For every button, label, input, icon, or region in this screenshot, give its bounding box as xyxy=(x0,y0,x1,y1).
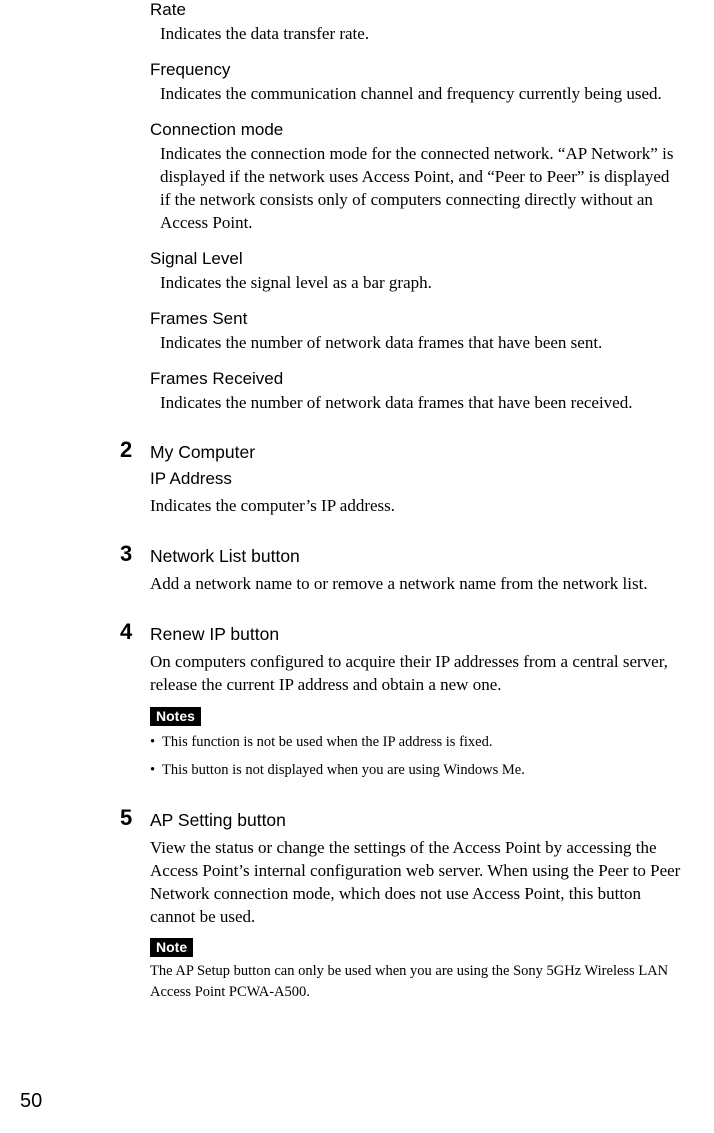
def-desc: Indicates the communication channel and … xyxy=(160,83,684,106)
section-title: My Computer xyxy=(150,442,684,463)
note-item: This function is not be used when the IP… xyxy=(150,732,684,754)
section-3-network-list: 3 Network List button Add a network name… xyxy=(150,546,684,596)
definition-connection-mode: Connection mode Indicates the connection… xyxy=(150,120,684,235)
def-term: Frames Received xyxy=(150,369,684,389)
section-title: Network List button xyxy=(150,546,684,567)
definition-frames-sent: Frames Sent Indicates the number of netw… xyxy=(150,309,684,355)
section-number: 4 xyxy=(120,619,132,645)
section-body: Add a network name to or remove a networ… xyxy=(150,573,684,596)
page-number: 50 xyxy=(20,1090,42,1113)
note-label: Note xyxy=(150,938,193,957)
definition-signal-level: Signal Level Indicates the signal level … xyxy=(150,249,684,295)
section-5-ap-setting: 5 AP Setting button View the status or c… xyxy=(150,810,684,1002)
section-body: On computers configured to acquire their… xyxy=(150,651,684,697)
def-term: Rate xyxy=(150,0,684,20)
section-title: AP Setting button xyxy=(150,810,684,831)
def-desc: Indicates the number of network data fra… xyxy=(160,392,684,415)
def-desc: Indicates the data transfer rate. xyxy=(160,23,684,46)
definition-frames-received: Frames Received Indicates the number of … xyxy=(150,369,684,415)
def-term: Connection mode xyxy=(150,120,684,140)
def-term: Frames Sent xyxy=(150,309,684,329)
def-term: Signal Level xyxy=(150,249,684,269)
page: Rate Indicates the data transfer rate. F… xyxy=(0,0,714,1133)
section-subhead: IP Address xyxy=(150,469,684,489)
notes-label: Notes xyxy=(150,707,201,726)
def-term: Frequency xyxy=(150,60,684,80)
def-desc: Indicates the connection mode for the co… xyxy=(160,143,684,235)
section-number: 2 xyxy=(120,437,132,463)
def-desc: Indicates the number of network data fra… xyxy=(160,332,684,355)
definition-rate: Rate Indicates the data transfer rate. xyxy=(150,0,684,46)
section-body: View the status or change the settings o… xyxy=(150,837,684,929)
note-item: This button is not displayed when you ar… xyxy=(150,760,684,782)
section-title: Renew IP button xyxy=(150,624,684,645)
section-number: 3 xyxy=(120,541,132,567)
note-text: The AP Setup button can only be used whe… xyxy=(150,961,684,1002)
definition-frequency: Frequency Indicates the communication ch… xyxy=(150,60,684,106)
def-desc: Indicates the signal level as a bar grap… xyxy=(160,272,684,295)
section-4-renew-ip: 4 Renew IP button On computers configure… xyxy=(150,624,684,781)
section-2-my-computer: 2 My Computer IP Address Indicates the c… xyxy=(150,442,684,518)
notes-list: This function is not be used when the IP… xyxy=(150,732,684,782)
section-number: 5 xyxy=(120,805,132,831)
section-body: Indicates the computer’s IP address. xyxy=(150,495,684,518)
